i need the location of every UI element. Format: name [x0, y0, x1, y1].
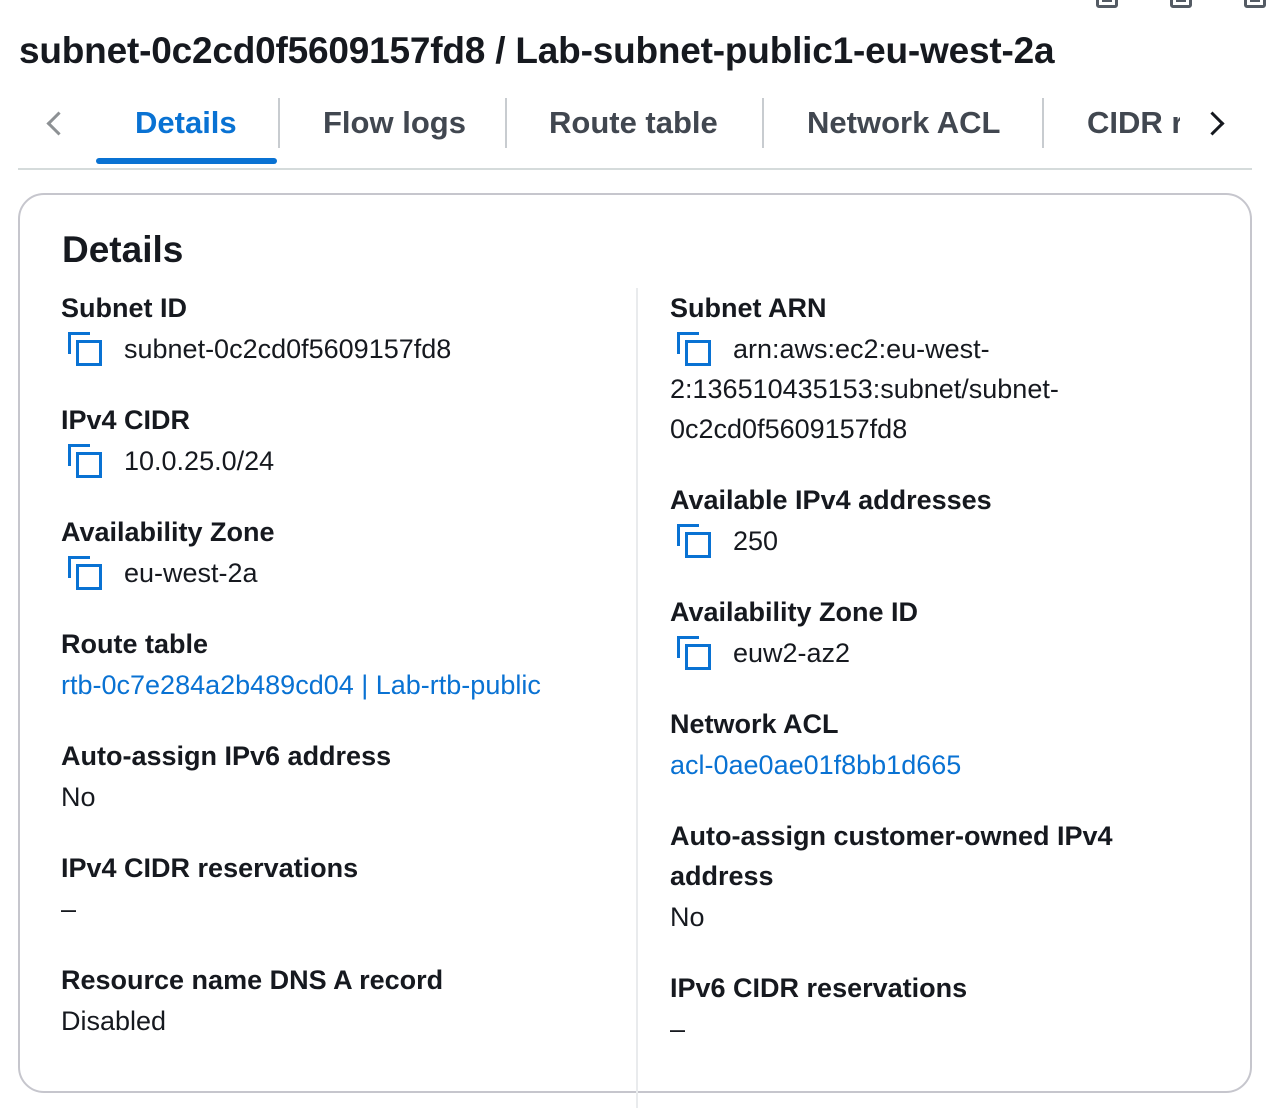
route-table-link[interactable]: rtb-0c7e284a2b489cd04 | Lab-rtb-public — [61, 665, 541, 705]
available-ipv4-row: 250 — [677, 521, 778, 561]
dns-a-record-label: Resource name DNS A record — [61, 965, 444, 995]
tab-flow-logs[interactable]: Flow logs — [323, 96, 466, 150]
ipv4-cidr-label: IPv4 CIDR — [61, 405, 191, 435]
copy-icon[interactable] — [677, 332, 711, 366]
copy-icon[interactable] — [677, 636, 711, 670]
auto-assign-ipv6-label: Auto-assign IPv6 address — [61, 741, 392, 771]
availability-zone-id-value: euw2-az2 — [733, 638, 851, 668]
tab-cidr-reservations[interactable]: CIDR r — [1087, 96, 1180, 150]
tab-details[interactable]: Details — [135, 96, 237, 150]
auto-assign-ipv6-value: No — [61, 782, 96, 812]
auto-assign-customer-ipv4-value: No — [670, 902, 705, 932]
dns-a-record-value: Disabled — [61, 1006, 167, 1036]
subnet-arn-value-line2: 2:136510435153:subnet/subnet- — [670, 374, 1059, 404]
copy-icon[interactable] — [68, 332, 102, 366]
availability-zone-row: eu-west-2a — [68, 553, 258, 593]
tab-separator — [1042, 98, 1044, 148]
panel-title: Details — [62, 229, 184, 270]
subnet-arn-label: Subnet ARN — [670, 293, 827, 323]
subnet-arn-row: arn:aws:ec2:eu-west- — [677, 329, 990, 369]
details-panel: Details Subnet ID subnet-0c2cd0f5609157f… — [18, 193, 1252, 1108]
subnet-id-value: subnet-0c2cd0f5609157fd8 — [124, 334, 452, 364]
subnet-id-row: subnet-0c2cd0f5609157fd8 — [68, 329, 451, 369]
availability-zone-id-row: euw2-az2 — [677, 633, 850, 673]
availability-zone-label: Availability Zone — [61, 517, 275, 547]
ipv4-cidr-reservations-label: IPv4 CIDR reservations — [61, 853, 359, 883]
copy-icon[interactable] — [1096, 0, 1118, 8]
available-ipv4-label: Available IPv4 addresses — [670, 485, 992, 515]
route-table-label: Route table — [61, 629, 209, 659]
available-ipv4-value: 250 — [733, 526, 779, 556]
network-acl-label: Network ACL — [670, 709, 839, 739]
copy-icon[interactable] — [1170, 0, 1192, 8]
copy-icon[interactable] — [68, 556, 102, 590]
column-divider — [636, 288, 638, 1108]
availability-zone-value: eu-west-2a — [124, 558, 258, 588]
ipv4-cidr-reservations-value: – — [61, 894, 77, 924]
tab-network-acl[interactable]: Network ACL — [807, 96, 1000, 150]
subnet-arn-value-line3: 0c2cd0f5609157fd8 — [670, 414, 908, 444]
availability-zone-id-label: Availability Zone ID — [670, 597, 919, 627]
chevron-right-icon — [1199, 110, 1225, 136]
subnet-id-label: Subnet ID — [61, 293, 187, 323]
copy-icon[interactable] — [1244, 0, 1266, 8]
ipv4-cidr-row: 10.0.25.0/24 — [68, 441, 274, 481]
scroll-tabs-left-button[interactable] — [24, 96, 84, 150]
active-tab-indicator — [96, 158, 277, 164]
chevron-left-icon — [45, 110, 71, 136]
ipv4-cidr-value: 10.0.25.0/24 — [124, 446, 275, 476]
ipv6-cidr-reservations-label: IPv6 CIDR reservations — [670, 973, 968, 1003]
tab-separator — [505, 98, 507, 148]
tab-bar: Details Flow logs Route table Network AC… — [18, 96, 1252, 170]
ipv6-cidr-reservations-value: – — [670, 1014, 686, 1044]
copy-icon[interactable] — [677, 524, 711, 558]
tab-list: Details Flow logs Route table Network AC… — [91, 96, 1180, 168]
tab-separator — [762, 98, 764, 148]
network-acl-link[interactable]: acl-0ae0ae01f8bb1d665 — [670, 745, 961, 785]
copy-icon[interactable] — [68, 444, 102, 478]
page-title: subnet-0c2cd0f5609157fd8 / Lab-subnet-pu… — [19, 30, 1055, 71]
subnet-arn-value-line1: arn:aws:ec2:eu-west- — [733, 334, 990, 364]
tab-route-table[interactable]: Route table — [549, 96, 718, 150]
scroll-tabs-right-button[interactable] — [1186, 96, 1246, 150]
tab-separator — [278, 98, 280, 148]
auto-assign-customer-ipv4-label-line1: Auto-assign customer-owned IPv4 — [670, 821, 1113, 851]
auto-assign-customer-ipv4-label-line2: address — [670, 861, 774, 891]
